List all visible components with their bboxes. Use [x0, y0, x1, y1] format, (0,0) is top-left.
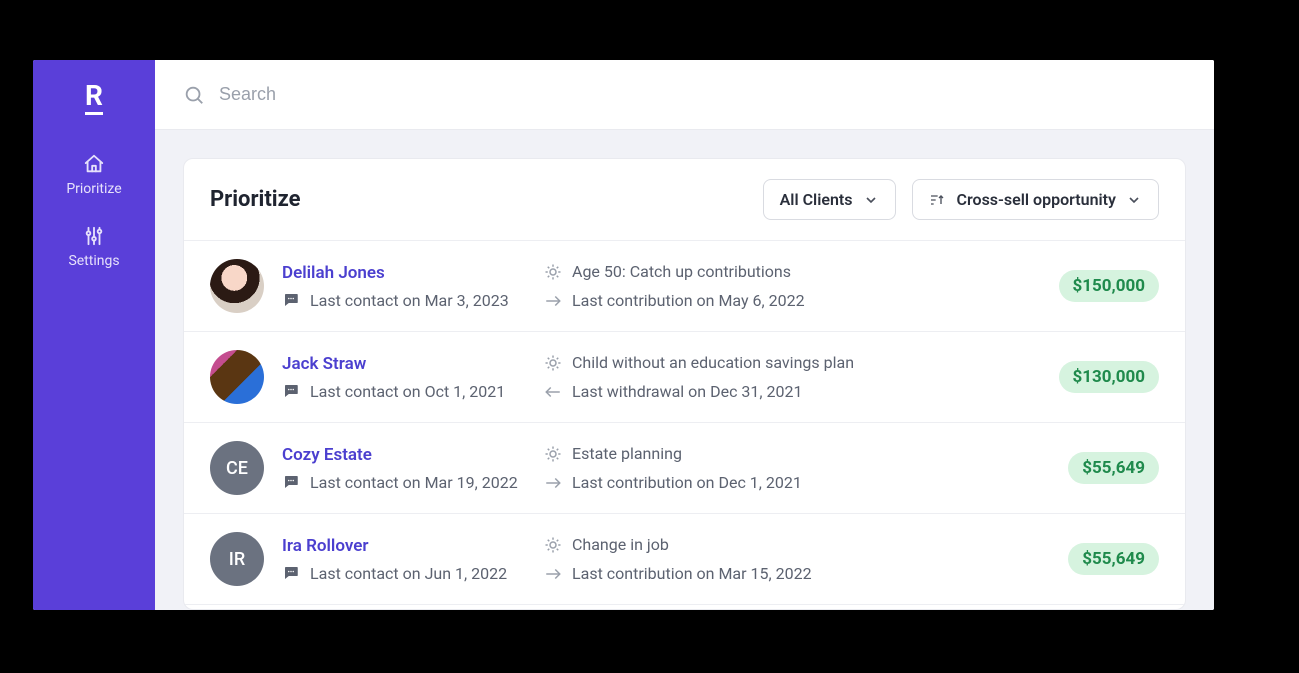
insight-text: Change in job [572, 535, 669, 554]
client-list: Delilah Jones Last contact on Mar 3, 2023… [184, 241, 1185, 605]
avatar: IR [210, 532, 264, 586]
chat-icon [282, 473, 300, 491]
app-window: R Prioritize Settings Prioritize All Cli… [33, 60, 1214, 610]
arrow-right-icon [544, 474, 562, 492]
panel-header: Prioritize All Clients Cross-sell opport… [184, 159, 1185, 241]
arrow-right-icon [544, 565, 562, 583]
activity-line: Last withdrawal on Dec 31, 2021 [544, 382, 1059, 401]
client-insights: Estate planning Last contribution on Dec … [544, 444, 1068, 492]
client-info: Ira Rollover Last contact on Jun 1, 2022 [282, 536, 544, 583]
last-contact-text: Last contact on Jun 1, 2022 [310, 564, 507, 583]
client-name-link[interactable]: Ira Rollover [282, 536, 544, 556]
chat-icon [282, 564, 300, 582]
last-contact-text: Last contact on Mar 19, 2022 [310, 473, 518, 492]
client-name-link[interactable]: Cozy Estate [282, 445, 544, 465]
client-info: Delilah Jones Last contact on Mar 3, 2023 [282, 263, 544, 310]
activity-line: Last contribution on May 6, 2022 [544, 291, 1059, 310]
sidebar: R Prioritize Settings [33, 60, 155, 610]
sidebar-item-settings[interactable]: Settings [68, 225, 119, 269]
client-row[interactable]: CE Cozy Estate Last contact on Mar 19, 202… [184, 423, 1185, 514]
lightbulb-icon [544, 263, 562, 281]
panel-controls: All Clients Cross-sell opportunity [763, 179, 1159, 220]
insight-text: Child without an education savings plan [572, 353, 854, 372]
insight-line: Estate planning [544, 444, 1068, 463]
activity-text: Last contribution on Mar 15, 2022 [572, 564, 812, 583]
activity-line: Last contribution on Dec 1, 2021 [544, 473, 1068, 492]
avatar [210, 350, 264, 404]
client-insights: Child without an education savings plan L… [544, 353, 1059, 401]
filter-dropdown[interactable]: All Clients [763, 179, 896, 220]
chevron-down-icon [1126, 192, 1142, 208]
last-contact-text: Last contact on Mar 3, 2023 [310, 291, 509, 310]
activity-text: Last contribution on Dec 1, 2021 [572, 473, 802, 492]
amount-badge: $130,000 [1059, 361, 1159, 393]
lightbulb-icon [544, 445, 562, 463]
sliders-icon [83, 225, 105, 247]
sidebar-item-label: Prioritize [66, 181, 121, 197]
client-insights: Age 50: Catch up contributions Last contr… [544, 262, 1059, 310]
activity-text: Last contribution on May 6, 2022 [572, 291, 805, 310]
sidebar-item-prioritize[interactable]: Prioritize [66, 153, 121, 197]
search-icon [183, 84, 205, 106]
prioritize-panel: Prioritize All Clients Cross-sell opport… [183, 158, 1186, 610]
search-bar [155, 60, 1214, 130]
amount-badge: $55,649 [1068, 452, 1159, 484]
brand-logo: R [85, 82, 103, 115]
last-contact-text: Last contact on Oct 1, 2021 [310, 382, 505, 401]
insight-text: Estate planning [572, 444, 682, 463]
insight-line: Child without an education savings plan [544, 353, 1059, 372]
filter-dropdown-label: All Clients [780, 190, 853, 209]
sort-icon [929, 192, 945, 208]
client-info: Jack Straw Last contact on Oct 1, 2021 [282, 354, 544, 401]
sidebar-item-label: Settings [68, 253, 119, 269]
activity-line: Last contribution on Mar 15, 2022 [544, 564, 1068, 583]
avatar: CE [210, 441, 264, 495]
last-contact: Last contact on Jun 1, 2022 [282, 564, 544, 583]
activity-text: Last withdrawal on Dec 31, 2021 [572, 382, 803, 401]
insight-line: Change in job [544, 535, 1068, 554]
search-input[interactable] [219, 84, 1186, 105]
avatar [210, 259, 264, 313]
client-insights: Change in job Last contribution on Mar 15… [544, 535, 1068, 583]
last-contact: Last contact on Mar 3, 2023 [282, 291, 544, 310]
client-info: Cozy Estate Last contact on Mar 19, 2022 [282, 445, 544, 492]
last-contact: Last contact on Mar 19, 2022 [282, 473, 544, 492]
sort-dropdown[interactable]: Cross-sell opportunity [912, 179, 1159, 220]
panel-title: Prioritize [210, 187, 301, 212]
amount-badge: $150,000 [1059, 270, 1159, 302]
client-name-link[interactable]: Jack Straw [282, 354, 544, 374]
arrow-left-icon [544, 383, 562, 401]
client-row[interactable]: Jack Straw Last contact on Oct 1, 2021 Chi… [184, 332, 1185, 423]
client-row[interactable]: IR Ira Rollover Last contact on Jun 1, 202… [184, 514, 1185, 605]
amount-badge: $55,649 [1068, 543, 1159, 575]
chevron-down-icon [863, 192, 879, 208]
client-row[interactable]: Delilah Jones Last contact on Mar 3, 2023… [184, 241, 1185, 332]
home-icon [83, 153, 105, 175]
client-name-link[interactable]: Delilah Jones [282, 263, 544, 283]
last-contact: Last contact on Oct 1, 2021 [282, 382, 544, 401]
chat-icon [282, 291, 300, 309]
sort-dropdown-label: Cross-sell opportunity [957, 190, 1116, 209]
insight-text: Age 50: Catch up contributions [572, 262, 791, 281]
chat-icon [282, 382, 300, 400]
arrow-right-icon [544, 292, 562, 310]
insight-line: Age 50: Catch up contributions [544, 262, 1059, 281]
lightbulb-icon [544, 536, 562, 554]
main-area: Prioritize All Clients Cross-sell opport… [155, 60, 1214, 610]
lightbulb-icon [544, 354, 562, 372]
